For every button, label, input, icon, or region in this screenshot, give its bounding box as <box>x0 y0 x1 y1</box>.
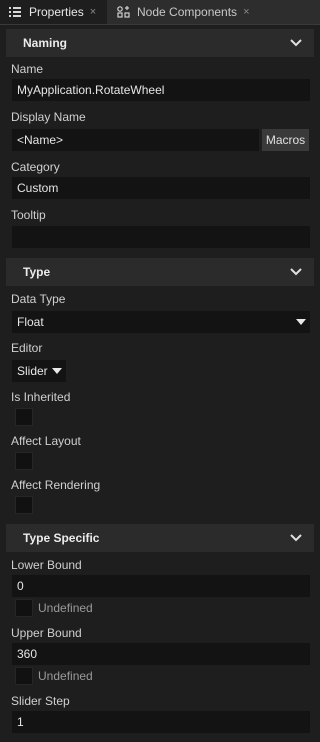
data-type-select[interactable]: Float <box>12 311 310 333</box>
components-icon <box>116 6 130 18</box>
slider-step-label: Slider Step <box>11 694 70 708</box>
section-title: Naming <box>23 36 68 50</box>
dropdown-arrow-icon <box>52 368 62 374</box>
lower-undefined-label: Undefined <box>38 601 93 615</box>
upper-undefined-checkbox[interactable] <box>15 667 33 685</box>
lower-bound-input[interactable]: 0 <box>12 575 310 597</box>
section-header-naming[interactable]: Naming <box>6 29 314 57</box>
lower-bound-label: Lower Bound <box>11 558 82 572</box>
tab-bar: Properties × Node Components × <box>0 0 320 25</box>
upper-bound-label: Upper Bound <box>11 626 82 640</box>
affect-rendering-label: Affect Rendering <box>11 478 101 492</box>
category-label: Category <box>11 160 60 174</box>
tooltip-label: Tooltip <box>11 208 46 222</box>
data-type-label: Data Type <box>11 292 66 306</box>
display-name-input[interactable]: <Name> <box>12 129 259 151</box>
section-title: Type Specific <box>23 531 100 545</box>
editor-value: Slider <box>17 364 48 378</box>
affect-layout-label: Affect Layout <box>11 434 81 448</box>
editor-label: Editor <box>11 341 43 355</box>
section-header-type[interactable]: Type <box>6 258 314 286</box>
close-icon[interactable]: × <box>243 6 249 18</box>
tooltip-input[interactable] <box>12 226 310 248</box>
category-input[interactable]: Custom <box>12 177 310 199</box>
dropdown-arrow-icon <box>296 319 306 325</box>
tab-properties[interactable]: Properties × <box>0 0 107 24</box>
lower-undefined-checkbox[interactable] <box>15 599 33 617</box>
upper-undefined-label: Undefined <box>38 669 93 683</box>
section-title: Type <box>23 265 51 279</box>
name-input[interactable]: MyApplication.RotateWheel <box>12 79 310 101</box>
close-icon[interactable]: × <box>90 6 96 18</box>
is-inherited-checkbox[interactable] <box>15 408 33 426</box>
affect-layout-checkbox[interactable] <box>15 452 33 470</box>
tab-node-components[interactable]: Node Components × <box>108 0 258 24</box>
editor-select[interactable]: Slider <box>12 360 66 382</box>
affect-rendering-checkbox[interactable] <box>15 496 33 514</box>
tab-properties-label: Properties <box>29 5 84 19</box>
list-icon <box>8 7 22 17</box>
upper-bound-input[interactable]: 360 <box>12 643 310 665</box>
section-header-type-specific[interactable]: Type Specific <box>6 524 314 552</box>
macros-button[interactable]: Macros <box>262 129 309 151</box>
slider-step-input[interactable]: 1 <box>12 711 310 733</box>
chevron-down-icon[interactable] <box>290 39 302 47</box>
chevron-down-icon[interactable] <box>290 534 302 542</box>
display-name-label: Display Name <box>11 110 86 124</box>
data-type-value: Float <box>17 315 44 329</box>
is-inherited-label: Is Inherited <box>11 390 71 404</box>
chevron-down-icon[interactable] <box>290 268 302 276</box>
tab-node-components-label: Node Components <box>137 5 238 19</box>
name-label: Name <box>11 62 44 76</box>
